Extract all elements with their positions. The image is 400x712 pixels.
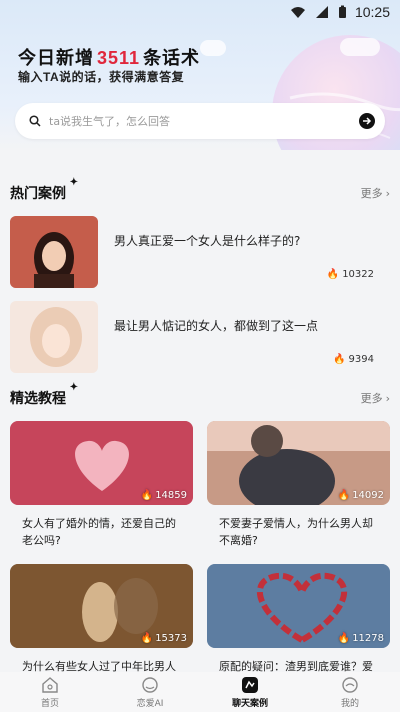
signal-icon bbox=[315, 6, 328, 18]
tutorial-thumbnail: 🔥 11278 bbox=[207, 564, 390, 648]
case-card[interactable]: 男人真正爱一个女人是什么样子的? 🔥 10322 bbox=[10, 216, 390, 288]
nav-item-love-ai[interactable]: 恋爱AI bbox=[100, 672, 200, 712]
likes-count: 11278 bbox=[352, 633, 384, 644]
fire-icon: 🔥 bbox=[337, 490, 351, 501]
headline-count: 3511 bbox=[97, 48, 141, 68]
tutorials-more-link[interactable]: 更多 › bbox=[361, 390, 390, 406]
likes-count: 10322 bbox=[342, 269, 374, 280]
bottom-nav: 首页 恋爱AI 聊天案例 我的 bbox=[0, 672, 400, 712]
tutorial-title: 不爱妻子爱情人，为什么男人却不离婚? bbox=[219, 517, 373, 547]
likes-count: 15373 bbox=[155, 633, 187, 644]
search-icon bbox=[29, 115, 41, 127]
hot-cases-header: 热门案例 ✦ 更多 › bbox=[10, 177, 390, 203]
likes-count: 9394 bbox=[348, 354, 374, 365]
arrow-right-icon bbox=[363, 117, 372, 125]
tutorial-likes: 🔥 15373 bbox=[141, 633, 187, 644]
headline: 今日新增 3511 条话术 bbox=[18, 44, 200, 70]
tutorial-likes: 🔥 14859 bbox=[141, 490, 187, 501]
flame-icon: 🔥 bbox=[326, 269, 340, 280]
fire-icon: 🔥 bbox=[337, 633, 351, 644]
more-label: 更多 bbox=[360, 187, 383, 200]
tutorial-thumbnail: 🔥 14092 bbox=[207, 421, 390, 505]
tutorial-likes: 🔥 14092 bbox=[338, 490, 384, 501]
flame-icon: 🔥 bbox=[333, 354, 346, 365]
tutorial-card[interactable]: 🔥 14092 不爱妻子爱情人，为什么男人却不离婚? bbox=[207, 421, 390, 549]
status-bar: 10:25 bbox=[0, 0, 400, 24]
case-likes: 🔥 10322 bbox=[327, 269, 374, 280]
nav-item-home[interactable]: 首页 bbox=[0, 672, 100, 712]
more-label: 更多 bbox=[360, 392, 383, 405]
nav-item-me[interactable]: 我的 bbox=[300, 672, 400, 712]
tutorial-thumbnail: 🔥 14859 bbox=[10, 421, 193, 505]
nav-label: 我的 bbox=[340, 698, 359, 709]
hot-cases-title-text: 热门案例 bbox=[10, 185, 66, 201]
nav-label: 恋爱AI bbox=[136, 698, 164, 709]
fire-icon: 🔥 bbox=[140, 633, 154, 644]
sparkle-icon: ✦ bbox=[69, 382, 78, 393]
case-title: 最让男人惦记的女人，都做到了这一点 bbox=[114, 319, 319, 333]
battery-icon bbox=[338, 5, 346, 18]
tutorial-card[interactable]: 🔥 14859 女人有了婚外的情，还爱自己的老公吗? bbox=[10, 421, 193, 549]
headline-prefix: 今日新增 bbox=[18, 48, 94, 68]
headline-suffix: 条话术 bbox=[143, 48, 201, 68]
subline: 输入TA说的话，获得满意答复 bbox=[18, 70, 185, 84]
cloud-decoration bbox=[340, 38, 380, 56]
tutorials-title: 精选教程 ✦ bbox=[10, 382, 78, 408]
status-time: 10:25 bbox=[354, 4, 390, 20]
hot-cases-title: 热门案例 ✦ bbox=[10, 177, 78, 203]
case-card[interactable]: 最让男人惦记的女人，都做到了这一点 🔥 9394 bbox=[10, 301, 390, 373]
likes-count: 14092 bbox=[352, 490, 384, 501]
case-thumbnail bbox=[10, 301, 98, 373]
tutorial-thumbnail: 🔥 15373 bbox=[10, 564, 193, 648]
likes-count: 14859 bbox=[155, 490, 187, 501]
header-hero: 10:25 今日新增 3511 条话术 输入TA说的话，获得满意答复 ta说我生气了… bbox=[0, 0, 400, 150]
home-icon bbox=[42, 676, 58, 693]
nav-label: 首页 bbox=[40, 698, 59, 709]
search-bar[interactable]: ta说我生气了，怎么回答 bbox=[15, 103, 385, 139]
case-title: 男人真正爱一个女人是什么样子的? bbox=[114, 234, 301, 248]
nav-item-chat-cases[interactable]: 聊天案例 bbox=[200, 672, 300, 712]
chat-cases-icon bbox=[242, 676, 258, 693]
fire-icon: 🔥 bbox=[140, 490, 154, 501]
hot-cases-more-link[interactable]: 更多 › bbox=[361, 185, 390, 201]
chat-ai-icon bbox=[142, 676, 158, 693]
case-likes: 🔥 9394 bbox=[333, 354, 374, 365]
tutorial-title: 女人有了婚外的情，还爱自己的老公吗? bbox=[22, 517, 176, 547]
cloud-decoration bbox=[200, 40, 226, 56]
sparkle-icon: ✦ bbox=[69, 177, 78, 188]
search-placeholder[interactable]: ta说我生气了，怎么回答 bbox=[49, 113, 359, 129]
tutorials-header: 精选教程 ✦ 更多 › bbox=[10, 382, 390, 408]
tutorials-title-text: 精选教程 bbox=[10, 390, 66, 406]
case-thumbnail bbox=[10, 216, 98, 288]
chevron-right-icon: › bbox=[385, 186, 390, 200]
profile-icon bbox=[342, 676, 358, 693]
search-submit-button[interactable] bbox=[359, 113, 375, 129]
wifi-icon bbox=[290, 7, 305, 18]
nav-label: 聊天案例 bbox=[231, 698, 268, 709]
tutorial-likes: 🔥 11278 bbox=[338, 633, 384, 644]
chevron-right-icon: › bbox=[385, 391, 390, 405]
